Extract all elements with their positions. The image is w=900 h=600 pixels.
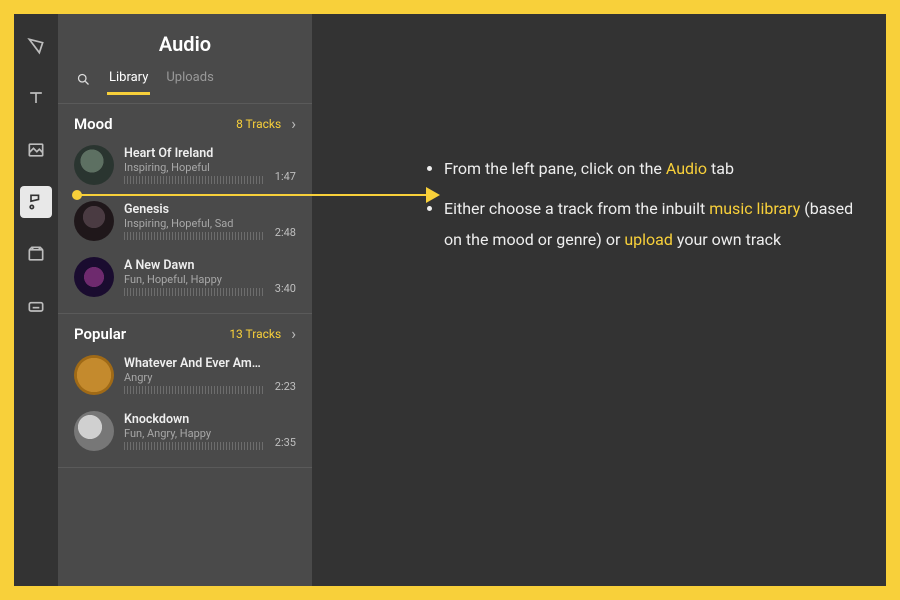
section: Popular 13 Tracks› Whatever And Ever AmenA… (58, 314, 312, 468)
section-title: Popular (74, 325, 126, 343)
audio-icon[interactable] (20, 186, 52, 218)
instructions-area: From the left pane, click on the Audio t… (312, 14, 886, 586)
templates-icon[interactable] (20, 30, 52, 62)
tab-uploads[interactable]: Uploads (166, 70, 213, 93)
text-icon[interactable] (20, 82, 52, 114)
track-art (74, 355, 114, 395)
highlight-audio: Audio (666, 159, 707, 178)
track-name: Whatever And Ever Amen (124, 356, 265, 371)
track-info: KnockdownFun, Angry, Happy (124, 412, 265, 450)
section: Mood8 Tracks›Heart Of IrelandInspiring, … (58, 104, 312, 314)
track-row[interactable]: Whatever And Ever AmenAngry 2:23 (74, 349, 296, 405)
instruction-item: Either choose a track from the inbuilt m… (444, 194, 856, 255)
track-name: A New Dawn (124, 258, 265, 273)
panel-title: Audio (58, 14, 312, 70)
video-icon[interactable] (20, 238, 52, 270)
track-tags: Inspiring, Hopeful, Sad (124, 217, 265, 230)
track-duration: 3:40 (275, 282, 296, 297)
caption-icon[interactable] (20, 290, 52, 322)
section-head[interactable]: Mood 8 Tracks› (74, 114, 296, 133)
track-duration: 2:35 (275, 436, 296, 451)
track-info: A New DawnFun, Hopeful, Happy (124, 258, 265, 296)
section-head[interactable]: Popular 13 Tracks› (74, 324, 296, 343)
track-tags: Angry (124, 371, 265, 384)
chevron-right-icon: › (291, 114, 296, 133)
waveform-icon (124, 288, 265, 296)
section-title: Mood (74, 115, 113, 133)
track-art (74, 201, 114, 241)
tool-rail (14, 14, 58, 586)
section-track-count[interactable]: 13 Tracks› (229, 324, 296, 343)
track-tags: Fun, Hopeful, Happy (124, 273, 265, 286)
chevron-right-icon: › (291, 324, 296, 343)
waveform-icon (124, 176, 265, 184)
track-row[interactable]: GenesisInspiring, Hopeful, Sad 2:48 (74, 195, 296, 251)
panel-tabs: Library Uploads (58, 70, 312, 104)
track-row[interactable]: KnockdownFun, Angry, Happy 2:35 (74, 405, 296, 461)
search-icon[interactable] (76, 72, 91, 91)
highlight-upload: upload (624, 230, 673, 249)
section-track-count[interactable]: 8 Tracks› (236, 114, 296, 133)
audio-panel: Audio Library Uploads Mood 8 Tracks› Heart… (58, 14, 312, 586)
track-art (74, 145, 114, 185)
track-info: Heart Of IrelandInspiring, Hopeful (124, 146, 265, 184)
tab-library[interactable]: Library (109, 70, 148, 93)
track-info: Whatever And Ever AmenAngry (124, 356, 265, 394)
track-duration: 1:47 (275, 170, 296, 185)
track-name: Knockdown (124, 412, 265, 427)
track-row[interactable]: A New DawnFun, Hopeful, Happy 3:40 (74, 251, 296, 307)
waveform-icon (124, 386, 265, 394)
image-icon[interactable] (20, 134, 52, 166)
track-art (74, 411, 114, 451)
waveform-icon (124, 232, 265, 240)
track-art (74, 257, 114, 297)
track-tags: Inspiring, Hopeful (124, 161, 265, 174)
instruction-item: From the left pane, click on the Audio t… (444, 154, 856, 184)
track-name: Heart Of Ireland (124, 146, 265, 161)
highlight-music-library: music library (709, 199, 800, 218)
waveform-icon (124, 442, 265, 450)
track-duration: 2:48 (275, 226, 296, 241)
track-info: GenesisInspiring, Hopeful, Sad (124, 202, 265, 240)
track-tags: Fun, Angry, Happy (124, 427, 265, 440)
track-duration: 2:23 (275, 380, 296, 395)
track-name: Genesis (124, 202, 265, 217)
track-row[interactable]: Heart Of IrelandInspiring, Hopeful 1:47 (74, 139, 296, 195)
